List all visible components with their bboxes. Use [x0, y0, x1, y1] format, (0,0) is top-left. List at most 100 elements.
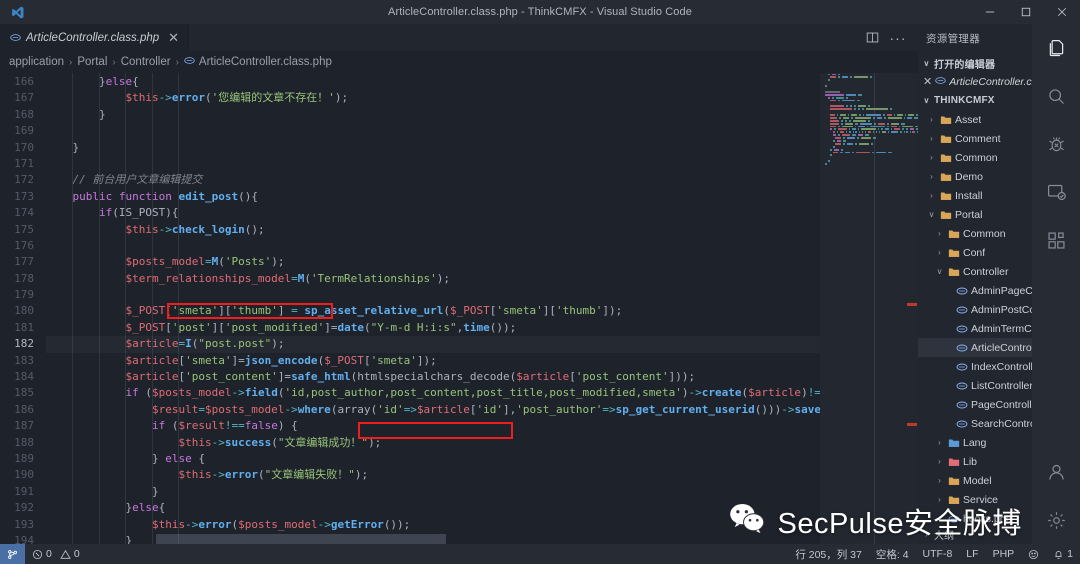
tree-item-demo[interactable]: › Demo: [918, 167, 1032, 186]
code-token: $posts_model: [125, 255, 205, 269]
tree-item-admintermc[interactable]: AdminTermC...: [918, 319, 1032, 338]
tree-item-searchcontro[interactable]: SearchContro...: [918, 414, 1032, 433]
tree-item-pagecontroll[interactable]: PageControll...: [918, 395, 1032, 414]
maximize-button[interactable]: [1008, 0, 1044, 24]
tree-item-portal[interactable]: ∨ Portal: [918, 205, 1032, 224]
feedback-smiley-icon[interactable]: [1021, 544, 1046, 564]
code-token: );: [271, 255, 285, 269]
tree-item-lang[interactable]: › Lang: [918, 433, 1032, 452]
explorer-icon[interactable]: [1032, 24, 1080, 72]
code-token: ->: [158, 91, 172, 105]
warning-triangle-icon: [60, 549, 71, 559]
tree-item-service[interactable]: › Service: [918, 490, 1032, 509]
code-token: 'post_content': [575, 370, 669, 384]
workbench-body: ArticleController.class.php ✕ ··· applic…: [0, 24, 1080, 544]
project-label: THINKCMFX: [934, 94, 995, 106]
code-token: $_POST: [125, 320, 166, 334]
tree-item-label: hooks.php: [963, 512, 1012, 524]
open-editor-item[interactable]: ✕ ArticleController.cl...: [918, 74, 1032, 91]
open-editors-header[interactable]: ∨ 打开的编辑器: [918, 54, 1032, 74]
remote-indicator[interactable]: [0, 544, 25, 564]
breadcrumb-item-1[interactable]: Portal: [77, 56, 107, 68]
tree-item-comment[interactable]: › Comment: [918, 129, 1032, 148]
breadcrumb-item-0[interactable]: application: [9, 56, 64, 68]
tree-item-label: Common: [955, 151, 998, 164]
tree-item-install[interactable]: › Install: [918, 186, 1032, 205]
breadcrumb-item-2[interactable]: Controller: [121, 56, 171, 68]
search-icon[interactable]: [1032, 72, 1080, 120]
breadcrumb-item-3[interactable]: ArticleController.class.php: [184, 55, 332, 69]
outline-header[interactable]: › 大纲: [918, 524, 1032, 544]
window-controls: [972, 0, 1080, 24]
cursor-position[interactable]: 行 205，列 37: [788, 544, 869, 564]
more-actions-icon[interactable]: ···: [888, 28, 908, 48]
code-token: ]);: [602, 304, 623, 318]
code-line-166: }else{: [46, 74, 918, 90]
extensions-icon[interactable]: [1032, 216, 1080, 264]
code-content[interactable]: }else{ $this->error('您编辑的文章不存在！'); } } /…: [46, 73, 918, 544]
code-token: ]=: [324, 320, 338, 334]
line-number: 174: [14, 206, 34, 220]
php-file-icon: [956, 399, 968, 411]
status-bar-right: 行 205，列 37 空格: 4 UTF-8 LF PHP 1: [788, 544, 1080, 564]
tree-item-label: AdminPostCo...: [971, 303, 1032, 316]
horizontal-scrollbar-thumb[interactable]: [156, 534, 446, 544]
settings-gear-icon[interactable]: [1032, 496, 1080, 544]
tree-item-articlecontrol[interactable]: ArticleControl...: [918, 338, 1032, 358]
tree-item-asset[interactable]: › Asset: [918, 110, 1032, 129]
problems-indicator[interactable]: 0 0: [25, 544, 87, 564]
account-icon[interactable]: [1032, 448, 1080, 496]
code-token: 'thumb': [231, 304, 278, 318]
code-token: (: [304, 271, 311, 285]
encoding[interactable]: UTF-8: [916, 544, 960, 564]
code-token: (){: [238, 189, 258, 203]
tree-item-adminpagec[interactable]: AdminPageC...: [918, 281, 1032, 300]
code-token: ());: [489, 320, 517, 334]
notifications-bell[interactable]: 1: [1046, 544, 1080, 564]
code-editor[interactable]: 166 167 168 169 170 171 172 173 174 175 176 177 178 1…: [0, 73, 918, 544]
code-line-177: $posts_model=M('Posts');: [46, 254, 918, 270]
tree-item-conf[interactable]: › Conf: [918, 243, 1032, 262]
split-editor-icon[interactable]: [862, 28, 882, 48]
code-token: "Y-m-d H:i:s": [370, 320, 457, 334]
code-token: "post.post": [198, 337, 272, 351]
code-token: =: [291, 271, 298, 285]
chevron-right-icon: ›: [938, 438, 941, 448]
code-line-183: $article['smeta']=json_encode($_POST['sm…: [46, 353, 918, 369]
project-header[interactable]: ∨ THINKCMFX: [918, 90, 1032, 110]
line-number: 182: [14, 337, 34, 351]
code-token: }: [151, 451, 166, 465]
tree-item-hooksphp[interactable]: hooks.php: [918, 509, 1032, 524]
line-number: 189: [14, 451, 34, 465]
minimap[interactable]: [820, 73, 918, 544]
debug-icon[interactable]: [1032, 120, 1080, 168]
tree-item-common[interactable]: › Common: [918, 148, 1032, 167]
chevron-down-icon: ∨: [928, 210, 935, 220]
tree-item-listcontroller[interactable]: ListController...: [918, 376, 1032, 395]
tree-item-indexcontroll[interactable]: IndexControll...: [918, 357, 1032, 376]
tree-item-adminpostco[interactable]: AdminPostCo...: [918, 300, 1032, 319]
indentation[interactable]: 空格: 4: [869, 544, 916, 564]
overview-ruler[interactable]: [906, 73, 918, 544]
tab-close-icon[interactable]: ✕: [168, 31, 179, 44]
tree-item-model[interactable]: › Model: [918, 471, 1032, 490]
tab-article-controller[interactable]: ArticleController.class.php ✕: [0, 24, 190, 51]
chevron-right-icon: ›: [938, 457, 941, 467]
editor-group: ArticleController.class.php ✕ ··· applic…: [0, 24, 918, 544]
code-token: ]: [277, 304, 292, 318]
end-of-line[interactable]: LF: [959, 544, 985, 564]
code-token: 'smeta': [496, 304, 543, 318]
folder-icon: [940, 171, 952, 183]
minimize-button[interactable]: [972, 0, 1008, 24]
tree-item-common[interactable]: › Common: [918, 224, 1032, 243]
close-button[interactable]: [1044, 0, 1080, 24]
tree-item-lib[interactable]: › Lib: [918, 452, 1032, 471]
code-token: $article: [516, 370, 570, 384]
code-token: 'id': [377, 402, 404, 416]
language-mode[interactable]: PHP: [986, 544, 1022, 564]
source-control-icon[interactable]: [1032, 168, 1080, 216]
close-icon[interactable]: ✕: [923, 75, 932, 88]
file-tree[interactable]: › Asset › Comment › Common › Demo › Install ∨ Porta…: [918, 110, 1032, 524]
horizontal-scrollbar[interactable]: [46, 534, 808, 544]
tree-item-controller[interactable]: ∨ Controller: [918, 262, 1032, 281]
